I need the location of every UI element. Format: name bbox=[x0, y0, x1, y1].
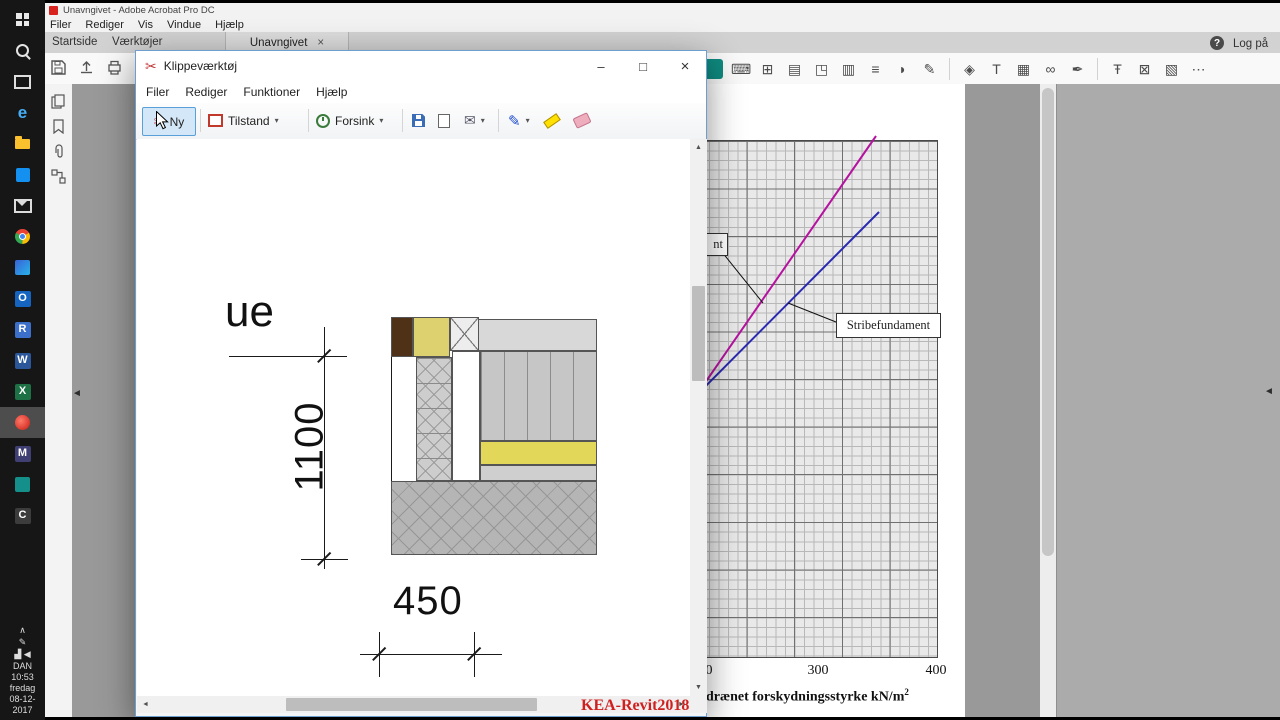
taskbar-edge[interactable]: e bbox=[0, 97, 45, 128]
tray-chevron-icon[interactable]: ∧ bbox=[0, 624, 45, 636]
x-tick-300: 300 bbox=[807, 663, 829, 678]
scroll-up-icon[interactable]: ▲ bbox=[690, 139, 707, 156]
taskbar-c-app[interactable]: C bbox=[0, 500, 45, 531]
vscroll-thumb[interactable] bbox=[692, 286, 705, 381]
taskbar-chrome[interactable] bbox=[0, 221, 45, 252]
toolbar-separator bbox=[498, 109, 499, 132]
network-icon[interactable]: ▟ bbox=[14, 649, 21, 659]
taskbar-teal-app[interactable] bbox=[0, 469, 45, 500]
delay-dropdown[interactable]: Forsink ▾ bbox=[316, 107, 383, 134]
eraser-button[interactable] bbox=[572, 107, 592, 134]
capture-wall-face-line bbox=[391, 357, 392, 481]
leader-line-left bbox=[721, 251, 764, 304]
taskbar-start[interactable] bbox=[0, 4, 45, 35]
clock-date[interactable]: 08-12-2017 bbox=[0, 694, 45, 716]
taskbar-excel[interactable]: X bbox=[0, 376, 45, 407]
snip-menubar: Filer Rediger Funktioner Hjælp bbox=[136, 81, 706, 104]
pen-icon: ✎ bbox=[508, 112, 521, 130]
leader-line-right bbox=[787, 302, 837, 323]
snip-menu-hj-lp[interactable]: Hjælp bbox=[316, 85, 347, 99]
copy-icon bbox=[438, 110, 454, 128]
taskbar-revit[interactable]: R bbox=[0, 314, 45, 345]
dim-text-450: 450 bbox=[393, 579, 463, 623]
snip-capture-area: ue 1100 450 bbox=[137, 139, 690, 696]
close-button[interactable]: × bbox=[664, 51, 706, 81]
scissors-app-icon: ✂ bbox=[145, 57, 157, 74]
windows-taskbar: e O R W X M C ∧ ✎ ▟ ◀ DAN 10:53 fredag 0… bbox=[0, 0, 45, 720]
taskbar-mail[interactable] bbox=[0, 190, 45, 221]
taskbar-search[interactable] bbox=[0, 35, 45, 66]
x-axis-title: drænet forskydningsstyrke kN/m2 bbox=[706, 687, 909, 705]
pen-dropdown[interactable]: ✎ ▾ bbox=[508, 107, 530, 134]
taskbar-outlook[interactable]: O bbox=[0, 283, 45, 314]
scroll-down-icon[interactable]: ▼ bbox=[690, 679, 707, 696]
taskbar-m-app[interactable]: M bbox=[0, 438, 45, 469]
taskbar-word[interactable]: W bbox=[0, 345, 45, 376]
x-tick-400: 400 bbox=[925, 663, 947, 678]
snip-vscrollbar[interactable]: ▲ ▼ bbox=[690, 139, 707, 713]
capture-block-course bbox=[480, 351, 597, 441]
scroll-left-icon[interactable]: ◄ bbox=[137, 696, 154, 713]
taskbar-file-explorer[interactable] bbox=[0, 128, 45, 159]
mode-dropdown[interactable]: Tilstand ▾ bbox=[208, 107, 279, 134]
highlighter-button[interactable] bbox=[543, 107, 561, 134]
snip-menu-filer[interactable]: Filer bbox=[146, 85, 169, 99]
capture-wall-column bbox=[416, 357, 452, 481]
dim-ext-line bbox=[229, 356, 347, 357]
dim-line-horizontal bbox=[360, 654, 502, 655]
capture-wood-block bbox=[391, 317, 413, 357]
capture-partial-text: ue bbox=[225, 287, 274, 336]
taskbar-task-view[interactable] bbox=[0, 66, 45, 97]
taskbar-acrobat[interactable] bbox=[0, 407, 45, 438]
toolbar-separator bbox=[308, 109, 309, 132]
tray-pen-icon[interactable]: ✎ bbox=[0, 636, 45, 648]
clock-day[interactable]: fredag bbox=[0, 683, 45, 694]
mouse-cursor bbox=[156, 111, 169, 130]
snip-menu-rediger[interactable]: Rediger bbox=[185, 85, 227, 99]
toolbar-separator bbox=[402, 109, 403, 132]
save-snip-button[interactable] bbox=[412, 107, 425, 134]
snip-toolbar: ✂ Ny Tilstand ▾ Forsink ▾ bbox=[136, 103, 706, 140]
mail-icon: ✉ bbox=[464, 112, 476, 128]
capture-cavity-gap bbox=[452, 351, 480, 481]
hscroll-thumb[interactable] bbox=[286, 698, 537, 711]
taskbar-apps: e O R W X M C bbox=[0, 0, 45, 531]
capture-insulation-strip bbox=[480, 441, 597, 465]
save-floppy-icon bbox=[412, 114, 425, 127]
capture-watermark: KEA-Revit2018 bbox=[581, 697, 690, 714]
volume-icon[interactable]: ◀ bbox=[24, 649, 31, 659]
taskbar-store[interactable] bbox=[0, 159, 45, 190]
copy-snip-button[interactable] bbox=[438, 107, 454, 134]
mode-icon bbox=[208, 114, 223, 127]
screen: Unavngivet - Adobe Acrobat Pro DC Filer R… bbox=[0, 0, 1280, 720]
snip-window-title: Klippeværktøj bbox=[163, 59, 238, 73]
maximize-button[interactable]: □ bbox=[622, 51, 664, 81]
snip-titlebar[interactable]: ✂ Klippeværktøj – □ × bbox=[136, 51, 706, 81]
language-indicator[interactable]: DAN bbox=[0, 660, 45, 672]
toolbar-separator bbox=[200, 109, 201, 132]
highlighter-icon bbox=[543, 112, 561, 129]
taskbar-tray: ∧ ✎ ▟ ◀ DAN 10:53 fredag 08-12-2017 bbox=[0, 624, 45, 716]
eraser-icon bbox=[572, 112, 592, 129]
minimize-button[interactable]: – bbox=[580, 51, 622, 81]
snip-menu-funktioner[interactable]: Funktioner bbox=[243, 85, 300, 99]
dim-text-1100: 1100 bbox=[287, 401, 332, 492]
snipping-tool-window: ✂ Klippeværktøj – □ × Filer Rediger Funkti… bbox=[135, 50, 707, 717]
send-snip-dropdown[interactable]: ✉ ▾ bbox=[464, 107, 485, 134]
clock-time[interactable]: 10:53 bbox=[0, 672, 45, 683]
taskbar-photos[interactable] bbox=[0, 252, 45, 283]
capture-cross-box bbox=[450, 317, 479, 351]
capture-foundation-block bbox=[391, 481, 597, 555]
capture-screed-strip bbox=[480, 465, 597, 481]
capture-insulation-top bbox=[413, 317, 450, 357]
delay-clock-icon bbox=[316, 113, 330, 128]
chart-label-stribefundament: Stribefundament bbox=[836, 313, 941, 338]
